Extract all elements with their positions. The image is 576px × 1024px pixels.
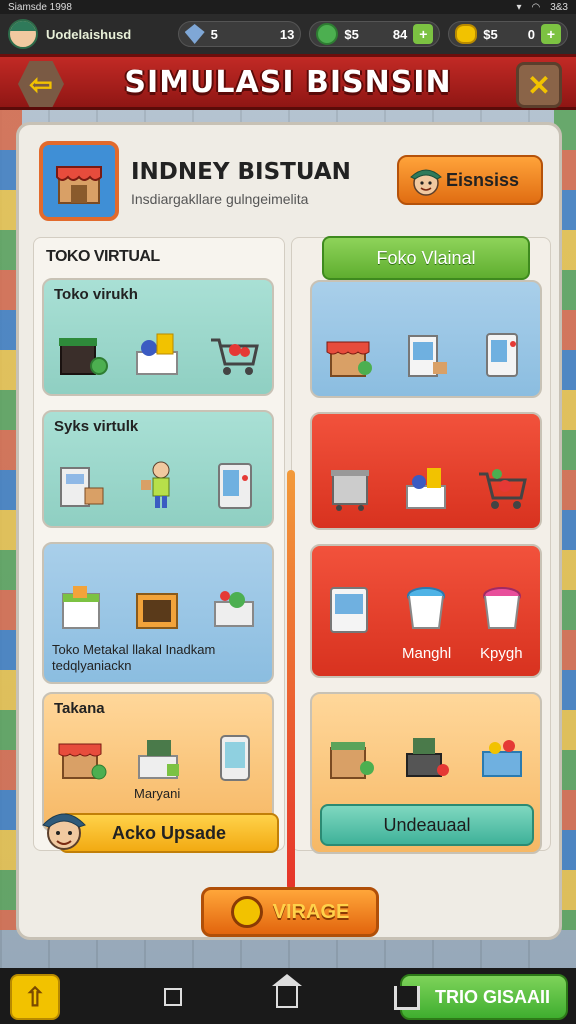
vending-machine-icon — [218, 463, 252, 509]
gems-value: 5 — [210, 26, 218, 42]
bottom-navigation: ⇧ TRIO GISAAII — [0, 968, 576, 1024]
produce-bin-icon — [62, 586, 100, 629]
main-panel: INDNEY BISTUAN Insdiargakllare gulngeime… — [16, 122, 562, 940]
cooler-icon — [330, 587, 368, 633]
right-column: Foko Vlainal Manghl Kpygh Undeauaal — [291, 236, 551, 854]
cash-register-icon — [138, 740, 179, 779]
blue-basket-icon — [482, 740, 522, 777]
signal-icon: ▾ — [516, 1, 522, 13]
product-card-1[interactable]: Toko virukh — [42, 278, 274, 396]
character-face-icon — [410, 169, 442, 196]
status-right-text: 3&3 — [550, 1, 568, 13]
blue-cup-icon — [407, 587, 445, 629]
market-stall-icon — [58, 743, 107, 780]
product-card-4-caption: Maryani — [134, 786, 181, 801]
wifi-icon: ◠ — [531, 1, 541, 13]
product-card-2[interactable]: Syks virtulk — [42, 410, 274, 528]
atm-machine-icon — [60, 467, 104, 507]
add-coins-button[interactable]: + — [541, 24, 561, 44]
shopping-cart-icon — [211, 338, 259, 375]
bisnis-button[interactable]: Eisnsiss — [397, 155, 543, 205]
trash-bin-icon — [331, 470, 369, 511]
shop-card-3[interactable]: Manghl Kpygh — [310, 544, 542, 678]
time-value: 13 — [279, 26, 295, 42]
upgrade-button-label: Acko Upsade — [111, 822, 227, 843]
grocery-box-icon — [406, 468, 446, 509]
product-card-3[interactable]: Toko Metakal llakal Inadkam tedqlyaniack… — [42, 542, 274, 684]
shopkeeper-icon — [141, 461, 170, 508]
money-value: 84 — [392, 26, 408, 42]
food-basket-icon — [136, 333, 178, 375]
shopkeeper-character-icon — [42, 813, 86, 850]
page-title: SIMULASI BISNSIN — [124, 64, 452, 100]
pink-cup-icon — [483, 587, 521, 629]
product-card-1-label: Toko virukh — [54, 286, 138, 303]
product-card-3-caption-1: Toko Metakal llakal Inadkam — [52, 642, 216, 657]
shop-card-3-label-2: Kpygh — [480, 645, 523, 662]
shop-card-2[interactable] — [310, 412, 542, 530]
cart-basket-icon — [214, 591, 254, 627]
kiosk-icon — [326, 341, 372, 377]
status-left-text: Siamsde 1998 — [8, 1, 72, 13]
product-card-2-label: Syks virtulk — [54, 418, 139, 435]
coin-label: $5 — [483, 26, 498, 42]
phone-screen-icon — [220, 735, 250, 781]
bisnis-button-label: Eisnsiss — [445, 169, 519, 190]
fridge-icon — [408, 335, 447, 377]
trio-button-label: TRIO GISAAII — [434, 986, 550, 1007]
house-icon — [394, 986, 420, 1010]
add-money-button[interactable]: + — [413, 24, 434, 44]
close-icon: ✕ — [527, 69, 551, 101]
clock-icon — [316, 23, 339, 45]
product-card-3-caption-2: tedqlyaniackn — [52, 658, 132, 673]
toko-virtual-button[interactable]: Foko Vlainal — [322, 236, 530, 280]
virage-button-label: VIRAGE — [272, 900, 350, 923]
shop-icon — [39, 141, 119, 221]
register-icon — [406, 738, 449, 777]
home-button[interactable] — [272, 974, 302, 1008]
back-button[interactable]: ⇦ — [18, 61, 64, 107]
resource-bar: Uodelaishusd 5 13 $5 84 + $5 0 + — [0, 14, 576, 54]
player-avatar[interactable] — [8, 19, 38, 49]
title-banner: ⇦ SIMULASI BISNSIN ✕ — [0, 54, 576, 110]
wheel-icon — [230, 896, 263, 928]
business-header: INDNEY BISTUAN Insdiargakllare gulngeime… — [39, 141, 543, 221]
system-status-bar: Siamsde 1998 ▾ ◠ 3&3 — [0, 0, 576, 14]
coin-icon — [455, 24, 478, 44]
shop-card-3-label-1: Manghl — [402, 645, 452, 662]
red-cart-icon — [479, 469, 527, 509]
upgrade-arrow-button[interactable]: ⇧ — [10, 974, 60, 1020]
coins-value: 0 — [527, 26, 535, 42]
green-box-icon — [330, 742, 374, 779]
gem-icon — [184, 24, 205, 44]
money-counter: $5 84 + — [309, 21, 441, 47]
business-title: INDNEY BISTUAN — [131, 159, 351, 185]
money-label: $5 — [344, 26, 359, 42]
wooden-crate-icon — [136, 593, 178, 629]
business-subtitle: Insdiargakllare gulngeimelita — [131, 191, 309, 207]
dark-crate-icon — [59, 338, 108, 375]
undeauaal-button[interactable]: Undeauaal — [320, 804, 534, 846]
recent-apps-button[interactable] — [164, 988, 182, 1006]
close-button[interactable]: ✕ — [516, 62, 562, 108]
left-column-title: TOKO VIRTUAL — [46, 248, 160, 265]
gems-counter: 5 13 — [177, 21, 302, 47]
arrow-up-icon: ⇧ — [24, 981, 46, 1012]
atm-icon — [486, 333, 518, 377]
product-card-4-label: Takana — [54, 700, 105, 717]
left-column: TOKO VIRTUAL Toko virukh Syks virtulk To… — [33, 237, 285, 851]
coins-counter: $5 0 + — [448, 21, 568, 47]
shop-card-1[interactable] — [310, 280, 542, 398]
trio-gisaaii-button[interactable]: TRIO GISAAII — [394, 974, 568, 1020]
arrow-left-icon: ⇦ — [29, 68, 53, 100]
upgrade-button[interactable]: Acko Upsade — [59, 813, 279, 853]
virage-button[interactable]: VIRAGE — [201, 887, 379, 937]
player-name: Uodelaishusd — [46, 26, 132, 42]
progress-connector — [287, 470, 295, 890]
